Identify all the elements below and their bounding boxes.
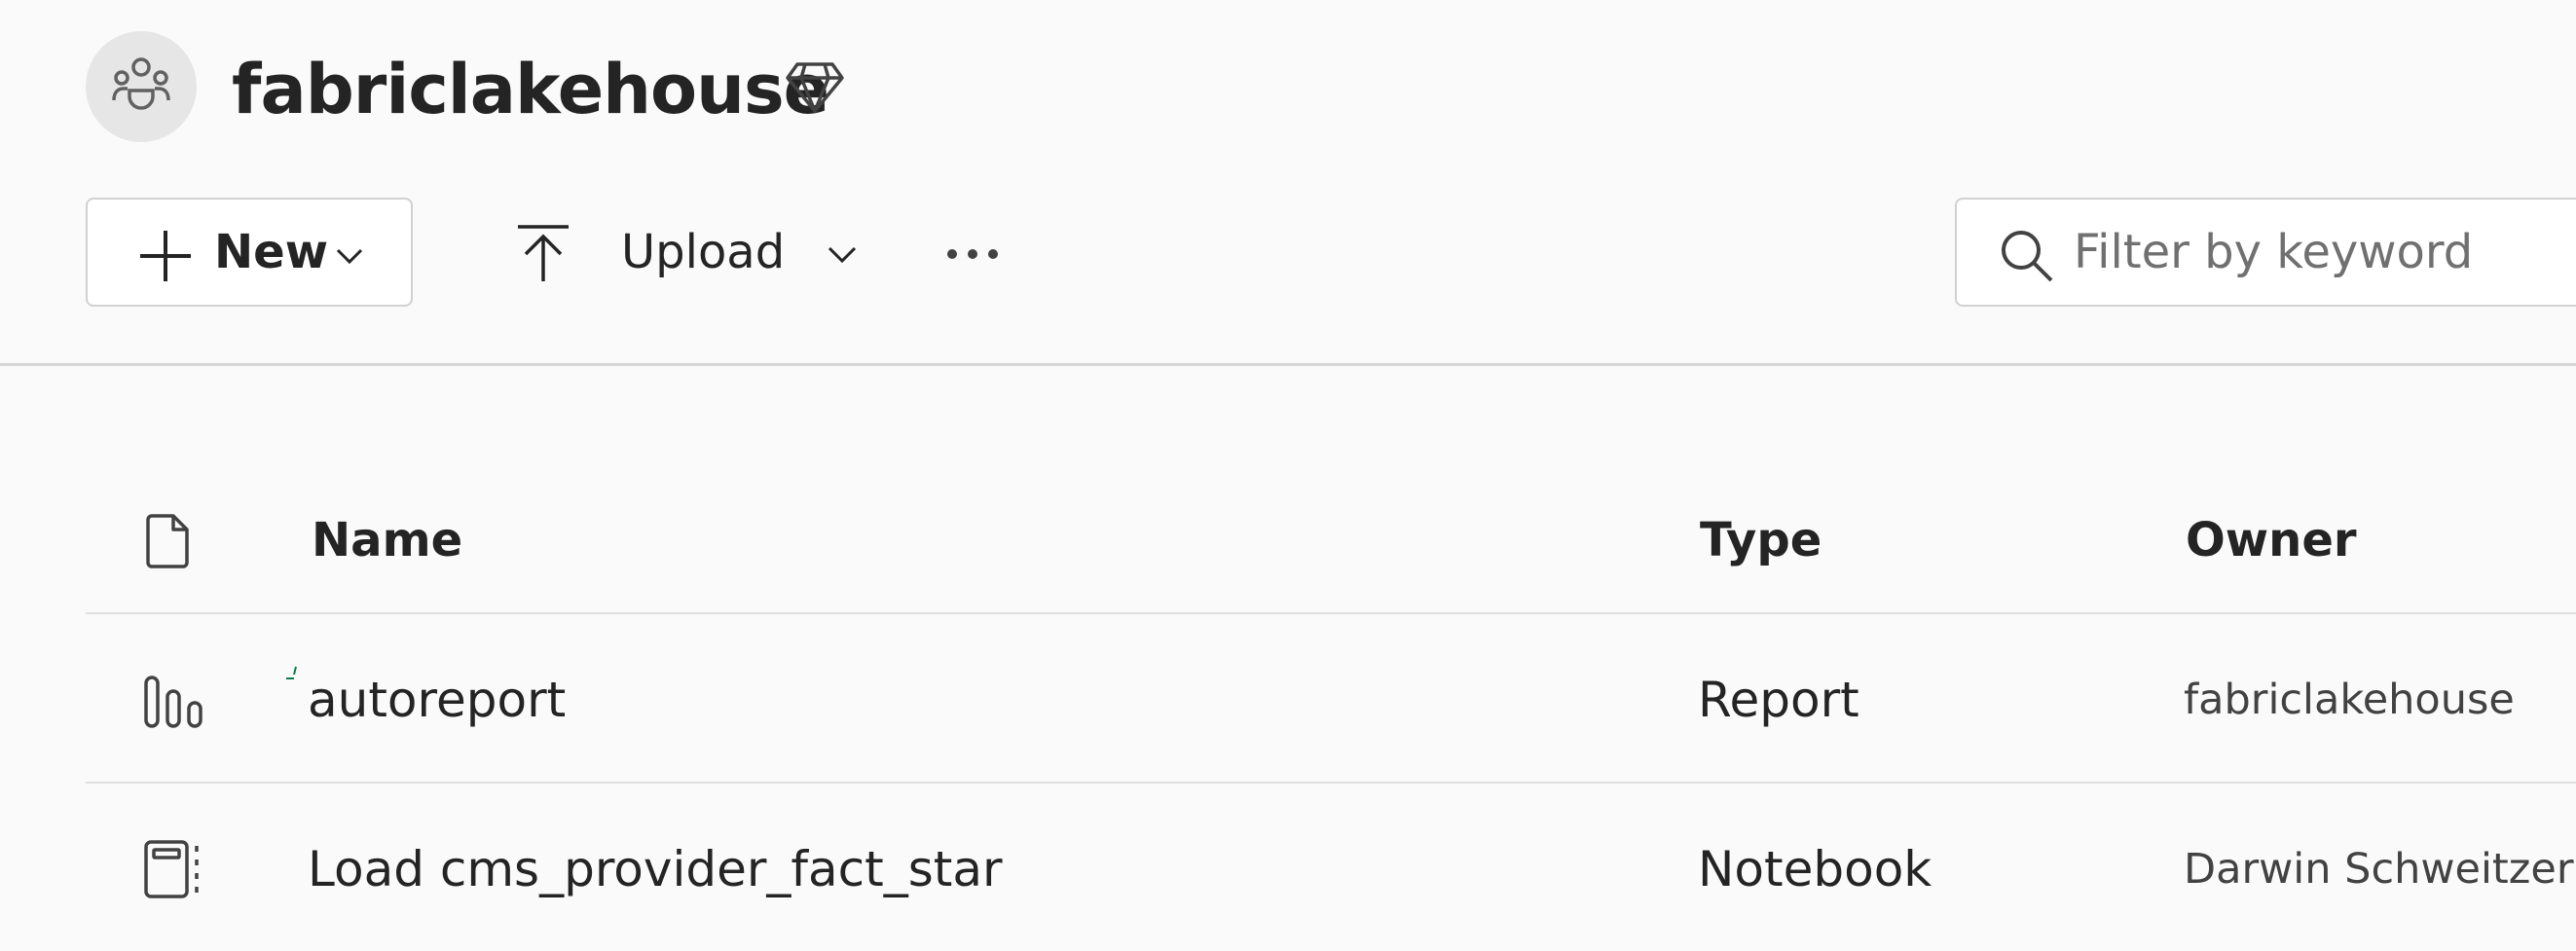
search-icon	[2002, 231, 2053, 282]
column-header-owner[interactable]: Owner	[2186, 501, 2357, 579]
chevron-down-icon	[336, 248, 363, 265]
notebook-icon	[144, 840, 199, 898]
row-type: Report	[1698, 672, 1859, 728]
toolbar-divider	[0, 363, 2576, 366]
diamond-icon	[784, 58, 846, 117]
loading-spinner-icon	[286, 666, 297, 679]
filter-keyword-input[interactable]	[2074, 203, 2576, 301]
upload-label: Upload	[621, 225, 786, 279]
new-button[interactable]: New	[86, 198, 413, 307]
upload-button[interactable]: Upload	[506, 198, 866, 307]
workspace-avatar	[86, 31, 197, 142]
workspace-title: fabriclakehouse	[232, 50, 829, 129]
row-owner: fabriclakehouse	[2184, 676, 2515, 724]
upload-arrow-icon	[518, 225, 569, 281]
row-name[interactable]: Load cms_provider_fact_star	[308, 830, 1003, 908]
people-group-icon	[112, 57, 170, 110]
filter-search-box[interactable]	[1955, 198, 2576, 307]
plus-icon	[140, 231, 191, 281]
chevron-down-icon[interactable]	[826, 238, 859, 268]
table-row[interactable]: Load cms_provider_fact_star Notebook Dar…	[86, 784, 2576, 951]
more-options-button[interactable]	[938, 230, 1007, 278]
row-owner: Darwin Schweitzer	[2184, 845, 2574, 894]
ellipsis-icon	[947, 249, 998, 259]
new-button-label: New	[214, 225, 329, 279]
column-header-type[interactable]: Type	[1700, 501, 1822, 579]
table-row[interactable]: autoreport Report fabriclakehouse	[86, 614, 2576, 782]
column-header-name[interactable]: Name	[312, 501, 462, 579]
report-bar-chart-icon	[144, 676, 202, 728]
row-name[interactable]: autoreport	[308, 661, 566, 739]
document-icon	[144, 512, 193, 570]
row-type: Notebook	[1698, 841, 1932, 897]
